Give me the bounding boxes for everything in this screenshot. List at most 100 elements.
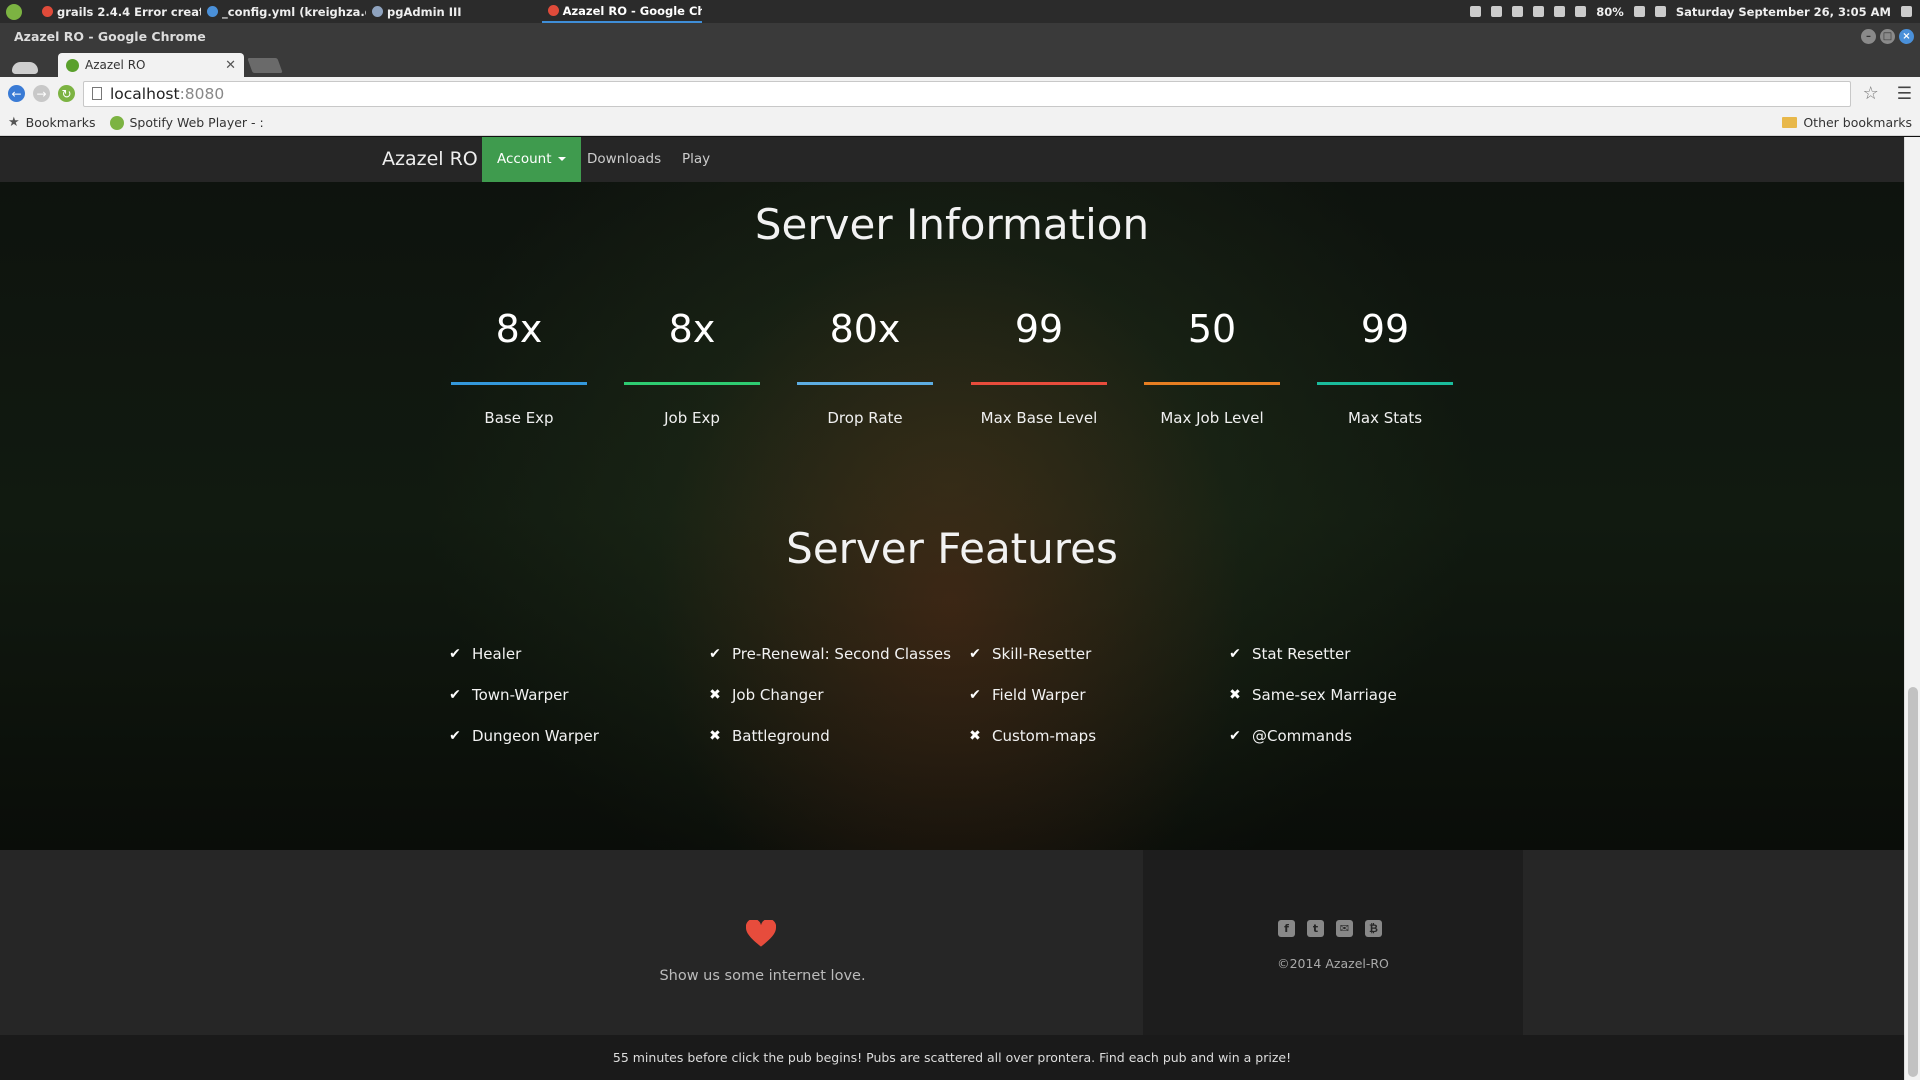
server-features-title: Server Features bbox=[786, 524, 1118, 573]
feature-item: ✔ Field Warper bbox=[968, 686, 1086, 704]
stat-label: Max Base Level bbox=[980, 409, 1098, 427]
forward-arrow-icon[interactable]: → bbox=[33, 85, 50, 102]
taskbar-item-grails[interactable]: grails 2.4.4 Error creati... bbox=[36, 0, 201, 23]
bookmark-spotify[interactable]: Spotify Web Player - : bbox=[109, 115, 264, 130]
user-icon[interactable] bbox=[1512, 6, 1524, 17]
stat-drop-rate: 80x Drop Rate bbox=[797, 307, 933, 427]
clock[interactable]: Saturday September 26, 3:05 AM bbox=[1676, 5, 1891, 19]
feature-item: ✔ Stat Resetter bbox=[1228, 645, 1350, 663]
star-icon: ★ bbox=[8, 115, 20, 130]
wifi-icon[interactable] bbox=[1554, 6, 1566, 17]
tab-close-icon[interactable]: ✕ bbox=[225, 58, 236, 73]
bluetooth-icon[interactable] bbox=[1533, 6, 1545, 17]
os-menu-icon[interactable] bbox=[6, 3, 22, 20]
stat-bar bbox=[971, 382, 1107, 385]
check-icon: ✔ bbox=[449, 687, 461, 703]
other-bookmarks-label: Other bookmarks bbox=[1803, 115, 1912, 130]
site-navbar: Azazel RO Account Downloads Play bbox=[0, 137, 1904, 182]
taskbar-item-pgadmin[interactable]: pgAdmin III bbox=[366, 0, 472, 23]
address-bar[interactable]: localhost:8080 bbox=[83, 80, 1851, 107]
weather-icon[interactable] bbox=[1654, 6, 1666, 17]
feature-label: Battleground bbox=[732, 727, 830, 745]
nav-account-dropdown[interactable]: Account bbox=[482, 137, 581, 182]
incognito-icon bbox=[10, 52, 40, 74]
check-icon: ✔ bbox=[1229, 728, 1241, 744]
stat-max-base-level: 99 Max Base Level bbox=[971, 307, 1107, 427]
tab-azazel-ro[interactable]: Azazel RO ✕ bbox=[58, 53, 244, 77]
page-viewport: Server Information 8x Base Exp 8x Job Ex… bbox=[0, 137, 1904, 1080]
feature-label: Pre-Renewal: Second Classes bbox=[732, 645, 951, 663]
new-tab-button[interactable] bbox=[247, 58, 283, 73]
page-scrollbar[interactable] bbox=[1904, 137, 1920, 1080]
feature-item: ✖ Battleground bbox=[708, 727, 830, 745]
minimize-icon[interactable]: – bbox=[1861, 29, 1876, 44]
bitcoin-icon[interactable]: ₿ bbox=[1365, 920, 1382, 937]
check-icon: ✔ bbox=[969, 646, 981, 662]
nav-downloads[interactable]: Downloads bbox=[572, 137, 676, 182]
check-icon: ✔ bbox=[449, 728, 461, 744]
check-icon: ✔ bbox=[1229, 646, 1241, 662]
reload-icon[interactable]: ↻ bbox=[58, 85, 75, 102]
server-info-title: Server Information bbox=[754, 200, 1150, 249]
site-brand[interactable]: Azazel RO bbox=[382, 137, 478, 182]
taskbar-item-config[interactable]: _config.yml (kreighza.gi... bbox=[201, 0, 366, 23]
footer-social-panel: f t ✉ ₿ ©2014 Azazel-RO bbox=[1143, 850, 1523, 1035]
copyright: ©2014 Azazel-RO bbox=[1277, 956, 1389, 971]
url-port: :8080 bbox=[179, 84, 225, 103]
cross-icon: ✖ bbox=[709, 687, 721, 703]
feature-item: ✔ @Commands bbox=[1228, 727, 1352, 745]
scroll-thumb[interactable] bbox=[1908, 687, 1918, 1077]
bookmarks-label: Bookmarks bbox=[25, 115, 96, 130]
chrome-icon bbox=[547, 5, 559, 16]
footer-spacer bbox=[1523, 850, 1904, 1035]
bookmarks-bar: ★ Bookmarks Spotify Web Player - : Other… bbox=[0, 110, 1920, 136]
battery-indicator[interactable]: 80% bbox=[1596, 5, 1624, 19]
feature-label: Stat Resetter bbox=[1252, 645, 1351, 663]
folder-icon bbox=[1782, 117, 1798, 128]
nav-account-label: Account bbox=[497, 151, 552, 167]
cross-icon: ✖ bbox=[969, 728, 981, 744]
check-icon: ✔ bbox=[709, 646, 721, 662]
shield-icon[interactable] bbox=[1633, 6, 1645, 17]
feature-item: ✔ Town-Warper bbox=[448, 686, 569, 704]
chat-icon[interactable] bbox=[1901, 6, 1912, 17]
tab-title: Azazel RO bbox=[85, 58, 146, 72]
maximize-icon[interactable]: □ bbox=[1880, 29, 1895, 44]
os-top-panel: grails 2.4.4 Error creati... _config.yml… bbox=[0, 0, 1920, 23]
spotify-icon bbox=[109, 115, 124, 130]
stat-label: Drop Rate bbox=[827, 409, 903, 427]
hamburger-menu-icon[interactable]: ☰ bbox=[1897, 84, 1912, 104]
favicon-icon bbox=[66, 58, 79, 72]
stat-bar bbox=[624, 382, 760, 385]
window-title: Azazel RO - Google Chrome bbox=[14, 29, 206, 44]
volume-icon[interactable] bbox=[1575, 6, 1587, 17]
facebook-icon[interactable]: f bbox=[1278, 920, 1295, 937]
stat-value: 8x bbox=[495, 307, 543, 351]
stat-value: 80x bbox=[829, 307, 901, 351]
close-icon[interactable]: × bbox=[1899, 29, 1914, 44]
pgadmin-icon bbox=[372, 6, 383, 17]
nav-play[interactable]: Play bbox=[667, 137, 725, 182]
editor-icon bbox=[207, 6, 218, 17]
feature-label: Field Warper bbox=[992, 686, 1086, 704]
feature-item: ✔ Pre-Renewal: Second Classes bbox=[708, 645, 951, 663]
twitter-icon[interactable]: t bbox=[1307, 920, 1324, 937]
feature-label: Dungeon Warper bbox=[472, 727, 599, 745]
bookmarks-button[interactable]: ★ Bookmarks bbox=[8, 115, 96, 130]
settings-icon[interactable] bbox=[1470, 6, 1482, 17]
notes-icon[interactable] bbox=[1491, 6, 1503, 17]
stat-label: Max Stats bbox=[1347, 409, 1423, 427]
check-icon: ✔ bbox=[449, 646, 461, 662]
feature-label: Town-Warper bbox=[472, 686, 569, 704]
stat-label: Base Exp bbox=[484, 409, 554, 427]
stat-value: 8x bbox=[668, 307, 716, 351]
email-icon[interactable]: ✉ bbox=[1336, 920, 1353, 937]
taskbar-item-chrome[interactable]: Azazel RO - Google Chr... bbox=[541, 0, 702, 23]
taskbar-item-label: Azazel RO - Google Chr... bbox=[562, 3, 702, 18]
feature-item: ✖ Job Changer bbox=[708, 686, 823, 704]
back-arrow-icon[interactable]: ← bbox=[8, 85, 25, 102]
feature-label: Same-sex Marriage bbox=[1252, 686, 1397, 704]
other-bookmarks[interactable]: Other bookmarks bbox=[1782, 115, 1920, 130]
bookmark-star-icon[interactable]: ☆ bbox=[1863, 83, 1879, 104]
chrome-icon bbox=[42, 6, 53, 17]
